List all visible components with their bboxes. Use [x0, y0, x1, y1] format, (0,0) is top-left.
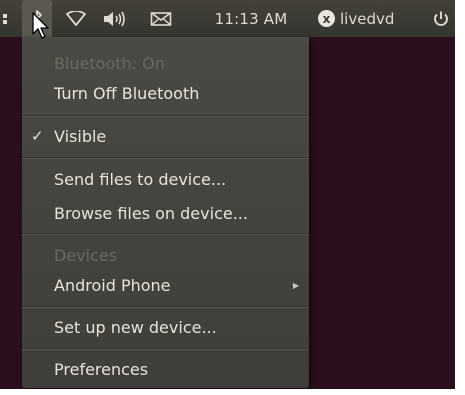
- menu-separator: [22, 348, 309, 350]
- menu-separator: [22, 157, 309, 159]
- power-icon[interactable]: [430, 0, 452, 37]
- mouse-pointer-icon: [32, 12, 49, 39]
- image-border-right: [455, 0, 465, 395]
- menu-separator: [22, 233, 309, 235]
- devices-header: Devices: [54, 245, 118, 265]
- visible-item[interactable]: ✓ Visible: [22, 122, 309, 150]
- menu-separator: [22, 306, 309, 308]
- android-phone-item[interactable]: Android Phone ▶: [22, 271, 309, 299]
- menu-separator: [22, 115, 309, 117]
- mail-icon[interactable]: [146, 0, 176, 37]
- submenu-arrow-icon: ▶: [292, 280, 299, 290]
- visible-label: Visible: [54, 126, 107, 146]
- bluetooth-menu: Bluetooth: On Turn Off Bluetooth ✓ Visib…: [22, 37, 309, 388]
- user-status-icon: x: [318, 10, 335, 27]
- user-menu[interactable]: x livedvd: [318, 0, 420, 37]
- desktop-screen: 11:13 AM x livedvd Bluetooth: On Turn Of…: [0, 0, 465, 395]
- network-wifi-icon[interactable]: [61, 0, 91, 37]
- image-border-bottom: [0, 389, 465, 395]
- turn-off-bluetooth-item[interactable]: Turn Off Bluetooth: [22, 79, 309, 107]
- volume-icon[interactable]: [98, 0, 132, 37]
- top-panel: 11:13 AM x livedvd: [0, 0, 455, 37]
- check-icon: ✓: [31, 127, 44, 145]
- clock-label[interactable]: 11:13 AM: [205, 0, 297, 37]
- browse-files-item[interactable]: Browse files on device...: [22, 199, 309, 227]
- android-phone-label: Android Phone: [54, 275, 171, 295]
- preferences-item[interactable]: Preferences: [22, 355, 309, 383]
- partial-indicator-icon[interactable]: [0, 0, 12, 37]
- setup-device-item[interactable]: Set up new device...: [22, 313, 309, 341]
- send-files-item[interactable]: Send files to device...: [22, 165, 309, 193]
- bluetooth-status-item: Bluetooth: On: [54, 53, 165, 73]
- user-name-label: livedvd: [340, 9, 395, 28]
